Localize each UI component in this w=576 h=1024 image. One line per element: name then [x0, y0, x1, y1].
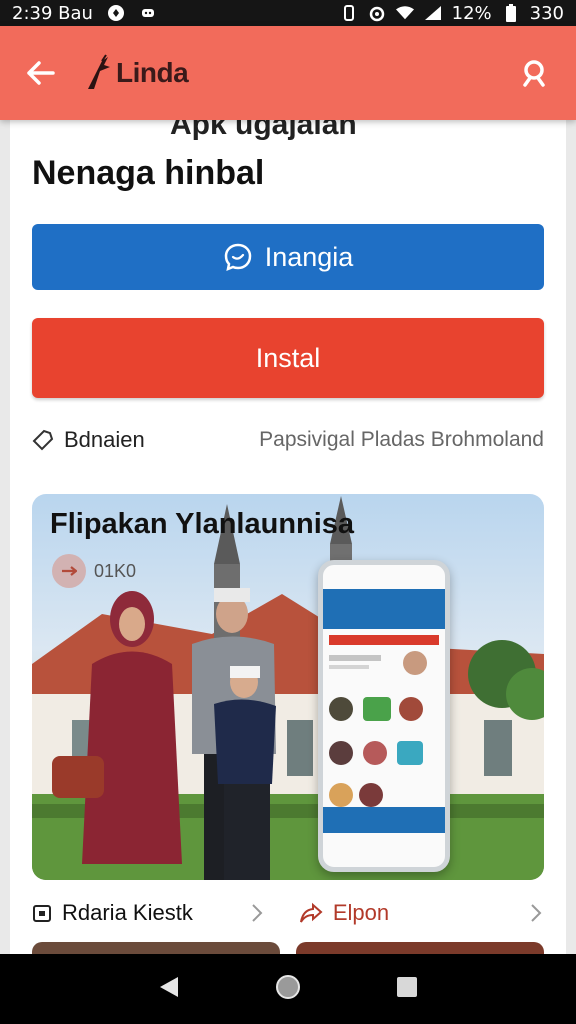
next-card-thumbnail[interactable] — [296, 942, 544, 954]
next-card-thumbnail[interactable] — [32, 942, 280, 954]
banner-illustration — [32, 496, 544, 880]
battery-icon — [502, 4, 520, 22]
play-icon — [52, 554, 86, 588]
phone-mockup-nav — [323, 807, 445, 833]
calendar-icon — [33, 905, 51, 922]
open-button[interactable]: Inangia — [32, 224, 544, 290]
app-detail-card: Apk ugajalan Nenaga hinbal Inangia Insta… — [10, 120, 566, 954]
banner-badge: 01K0 — [52, 554, 136, 588]
vibrate-icon — [340, 4, 358, 22]
link-left[interactable]: Rdaria Kiestk — [32, 900, 193, 926]
page-title: Nenaga hinbal — [32, 154, 265, 192]
battery-percent: 12% — [451, 2, 492, 24]
cell-signal-icon — [424, 4, 442, 22]
status-extra: 330 — [529, 2, 564, 24]
chevron-right-icon[interactable] — [249, 903, 265, 923]
banner-badge-text: 01K0 — [94, 560, 137, 581]
info-row: Bdnaien Papsivigal Pladas Brohmoland — [32, 426, 544, 454]
chat-icon — [139, 4, 157, 22]
phone-mockup — [318, 560, 450, 872]
chevron-right-icon[interactable] — [528, 903, 544, 923]
promo-banner[interactable]: Flipakan Ylanlaunnisa 01K0 — [32, 494, 544, 880]
nav-back-button[interactable] — [158, 975, 180, 1004]
phone-app-grid-icon — [329, 651, 427, 807]
navigation-bar — [0, 954, 576, 1024]
share-icon — [299, 902, 323, 923]
nav-recents-button[interactable] — [396, 976, 418, 1003]
nav-home-button[interactable] — [275, 974, 301, 1005]
back-button[interactable] — [22, 55, 58, 91]
alarm-icon — [368, 4, 386, 22]
link-right[interactable]: Elpon — [299, 900, 389, 926]
circle-home-icon — [275, 974, 300, 999]
phone-mockup-strip — [329, 635, 439, 645]
info-label: Bdnaien — [64, 427, 145, 452]
app-subtitle: Apk ugajalan — [170, 120, 357, 141]
status-time: 2:39 Bau — [12, 2, 93, 24]
search-button[interactable] — [518, 55, 554, 91]
app-bar: Linda — [0, 26, 576, 120]
arrow-left-icon — [27, 61, 55, 85]
phone-mockup-header — [323, 589, 445, 629]
info-meta: Papsivigal Pladas Brohmoland — [259, 428, 544, 451]
bird-logo-icon — [88, 54, 110, 89]
app-logo[interactable]: Linda — [84, 53, 189, 93]
wifi-icon — [395, 4, 414, 22]
banner-title: Flipakan Ylanlaunnisa — [50, 508, 355, 540]
bottom-links: Rdaria Kiestk Elpon — [32, 896, 544, 930]
install-button-label: Instal — [255, 342, 321, 373]
status-bar: 2:39 Bau 12% 330 — [0, 0, 576, 26]
link-right-label: Elpon — [332, 900, 390, 925]
app-brand-name: Linda — [116, 57, 189, 88]
chat-bubble-icon — [224, 243, 251, 272]
search-icon — [523, 60, 545, 87]
triangle-back-icon — [159, 976, 178, 997]
square-recents-icon — [397, 976, 418, 997]
install-button[interactable]: Instal — [32, 318, 544, 398]
tag-icon — [32, 429, 54, 451]
open-button-label: Inangia — [264, 241, 354, 272]
link-left-label: Rdaria Kiestk — [62, 900, 193, 925]
notification-icon — [107, 4, 125, 22]
